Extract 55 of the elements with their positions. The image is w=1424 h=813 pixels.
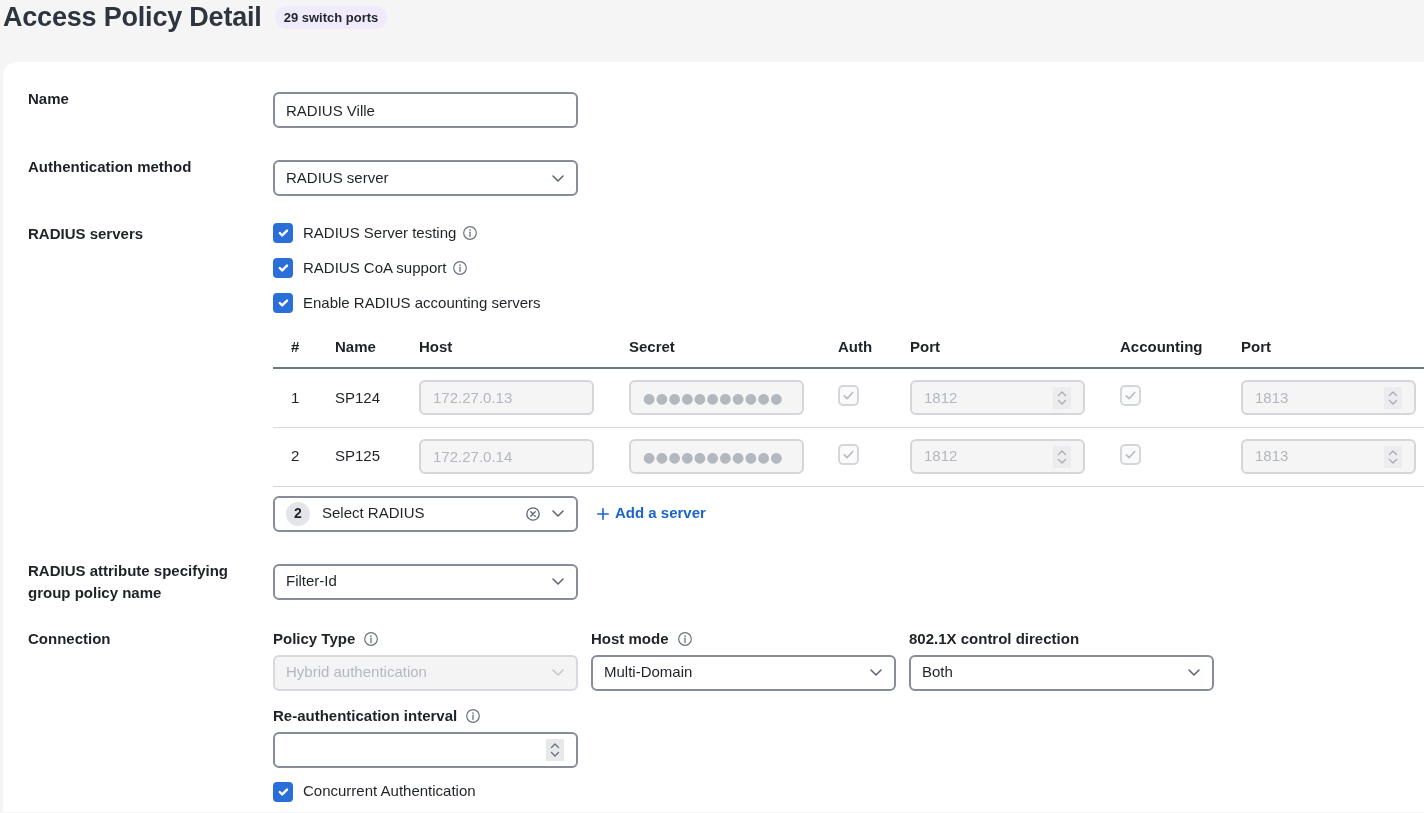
spinner-icon	[1384, 386, 1402, 409]
chevron-down-icon	[870, 669, 882, 676]
row-number: 1	[273, 368, 335, 427]
column-header: #	[273, 327, 335, 368]
port-count-pill: 29 switch ports	[274, 6, 388, 29]
checkbox[interactable]	[273, 781, 293, 802]
chevron-down-icon	[552, 510, 564, 517]
column-header: Name	[335, 327, 419, 368]
port-field[interactable]: 1812	[910, 380, 1085, 416]
field-label: Policy Type	[273, 628, 356, 649]
chevron-down-icon	[552, 174, 564, 182]
selected-count: 2	[286, 501, 310, 526]
dropdown-field[interactable]: Both	[909, 654, 1214, 691]
add-server-link[interactable]: Add a server	[597, 502, 706, 525]
port-field[interactable]: 1813	[1241, 380, 1416, 416]
interval-input[interactable]	[273, 731, 578, 768]
radius-select[interactable]: 2 Select RADIUS	[273, 495, 578, 532]
port-field[interactable]: 1813	[1241, 439, 1416, 474]
column-header: Auth	[838, 327, 910, 368]
field-label: Name	[28, 89, 70, 109]
checkbox-label: Concurrent Authentication	[303, 781, 476, 802]
checkbox-label: RADIUS Server testing	[303, 222, 457, 243]
clear-icon	[526, 506, 540, 521]
checkbox[interactable]	[273, 223, 293, 243]
field-label: Re-authentication interval	[273, 705, 458, 726]
spinner-icon	[546, 738, 564, 761]
dropdown-field[interactable]: Multi-Domain	[591, 654, 896, 691]
field-label: Host mode	[591, 628, 669, 649]
plus-icon	[597, 507, 609, 520]
port-field[interactable]: 1812	[910, 439, 1085, 474]
spinner-icon	[1053, 445, 1071, 468]
row-number: 2	[273, 427, 335, 486]
field-label: Connection	[28, 628, 112, 649]
column-header: Accounting	[1120, 327, 1241, 368]
spinner-icon	[1053, 386, 1071, 409]
column-header: Port	[910, 327, 1120, 368]
column-header: Host	[419, 327, 629, 368]
checkbox[interactable]	[273, 293, 293, 313]
chevron-down-icon	[552, 578, 564, 585]
column-header: Secret	[629, 327, 838, 368]
checkbox-label: Enable RADIUS accounting servers	[303, 292, 541, 313]
page-title: Access Policy Detail	[3, 1, 262, 34]
chevron-down-icon	[552, 669, 564, 676]
checkbox-label: RADIUS CoA support	[303, 257, 447, 278]
field-label: 802.1X control direction	[909, 628, 1080, 649]
column-header: Port	[1241, 327, 1424, 368]
field-label: RADIUS attribute specifying group policy name	[28, 560, 230, 603]
field-label: RADIUS servers	[28, 224, 145, 244]
spinner-icon	[1384, 445, 1402, 468]
field-label: Authentication method	[28, 157, 193, 177]
dropdown-field[interactable]: Filter-Id	[273, 563, 578, 600]
name-input[interactable]: RADIUS Ville	[273, 92, 578, 128]
dropdown-field[interactable]: RADIUS server	[273, 160, 578, 196]
chevron-down-icon	[1188, 669, 1200, 676]
checkbox[interactable]	[273, 258, 293, 278]
